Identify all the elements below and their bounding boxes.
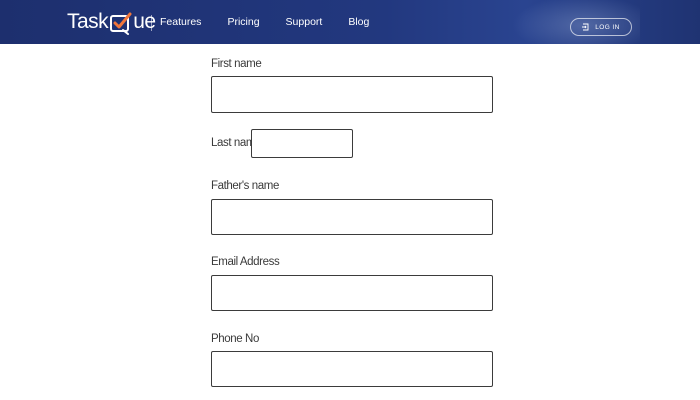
phone-input[interactable] <box>211 351 493 387</box>
phone-label: Phone No <box>211 333 259 345</box>
first-name-label: First name <box>211 58 262 70</box>
fathers-name-label: Father's name <box>211 180 279 192</box>
last-name-input[interactable] <box>251 129 353 158</box>
first-name-input[interactable] <box>211 76 493 113</box>
registration-form: First name Last name Father's name Email… <box>0 0 700 400</box>
email-label: Email Address <box>211 256 280 268</box>
fathers-name-input[interactable] <box>211 199 493 235</box>
email-input[interactable] <box>211 275 493 311</box>
